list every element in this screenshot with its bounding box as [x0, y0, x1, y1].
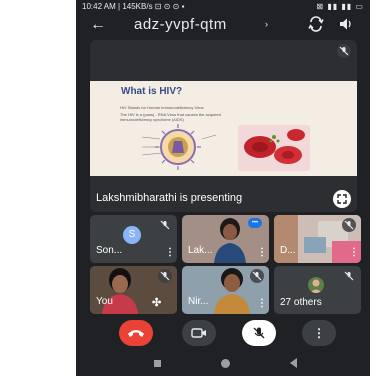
chevron-right-icon[interactable]: › [265, 19, 268, 29]
mic-off-icon [158, 269, 172, 283]
avatar [308, 277, 324, 293]
participant-name: You [96, 296, 113, 307]
mic-off-icon [250, 269, 264, 283]
mic-off-icon [342, 269, 356, 283]
phone-screen: 10:42 AM | 145KB/s ⊡ ⊙ ⊙ ▪ ⊠ ▮▮ ▮▮ ▭ ← a… [76, 0, 370, 376]
participant-name: Nir... [188, 296, 209, 307]
participant-tile[interactable]: S Son... ⋮ [90, 215, 177, 263]
participant-name: Son... [96, 245, 123, 256]
participant-tile[interactable]: D... ⋮ [274, 215, 361, 263]
home-icon[interactable] [221, 359, 230, 368]
participant-name: D... [280, 245, 296, 256]
participant-tile[interactable]: Nir... ⋮ [182, 266, 269, 314]
others-count: 27 others [280, 297, 322, 308]
slide-title: What is HIV? [121, 86, 183, 97]
call-controls: ⋮ [76, 315, 370, 351]
others-tile[interactable]: 27 others [274, 266, 361, 314]
meeting-header: ← adz-yvpf-qtm › [76, 13, 370, 39]
participant-tile[interactable]: ••• Lak... ⋮ [182, 215, 269, 263]
avatar: S [123, 226, 141, 244]
back-arrow-icon[interactable]: ← [90, 16, 106, 34]
status-icons: ⊠ ▮▮ ▮▮ ▭ [316, 2, 364, 11]
mic-off-icon [158, 218, 172, 232]
mic-off-icon [342, 218, 356, 232]
hiv-virus-illustration [138, 123, 218, 176]
end-call-button[interactable] [119, 320, 153, 346]
fullscreen-icon[interactable] [333, 190, 351, 208]
slide-bullet: immunodeficiency syndrome (AIDS) [120, 117, 184, 122]
participant-video [210, 217, 250, 263]
presenter-label: Lakshmibharathi is presenting [96, 192, 243, 204]
back-icon[interactable] [290, 358, 297, 368]
more-options-icon[interactable]: ⋮ [257, 247, 267, 258]
more-options-button[interactable]: ⋮ [302, 320, 336, 346]
move-tile-icon[interactable]: ✣ [152, 296, 161, 309]
more-options-icon[interactable]: ⋮ [257, 298, 267, 309]
presentation-tile[interactable]: What is HIV? HIV Stands for Human Immuno… [90, 40, 357, 212]
slide-bullet: HIV Stands for Human Immunodeficiency Vi… [120, 105, 204, 110]
more-options-icon[interactable]: ⋮ [165, 247, 175, 258]
participant-name: Lak... [188, 245, 213, 256]
system-nav-bar [76, 352, 370, 376]
shared-slide: What is HIV? HIV Stands for Human Immuno… [90, 81, 357, 176]
switch-camera-icon[interactable] [308, 16, 324, 36]
more-options-icon[interactable]: ⋮ [349, 247, 359, 258]
mic-button[interactable] [242, 320, 276, 346]
blood-cells-image [238, 125, 310, 171]
participant-tile[interactable]: You ✣ [90, 266, 177, 314]
mic-off-icon [337, 44, 351, 58]
status-time: 10:42 AM | 145KB/s ⊡ ⊙ ⊙ ▪ [82, 2, 185, 11]
camera-button[interactable] [182, 320, 216, 346]
meeting-code[interactable]: adz-yvpf-qtm [134, 16, 227, 33]
speaker-icon[interactable] [339, 17, 353, 34]
recents-icon[interactable] [154, 360, 161, 367]
speaking-indicator-icon: ••• [248, 218, 262, 228]
status-bar: 10:42 AM | 145KB/s ⊡ ⊙ ⊙ ▪ ⊠ ▮▮ ▮▮ ▭ [76, 0, 370, 13]
